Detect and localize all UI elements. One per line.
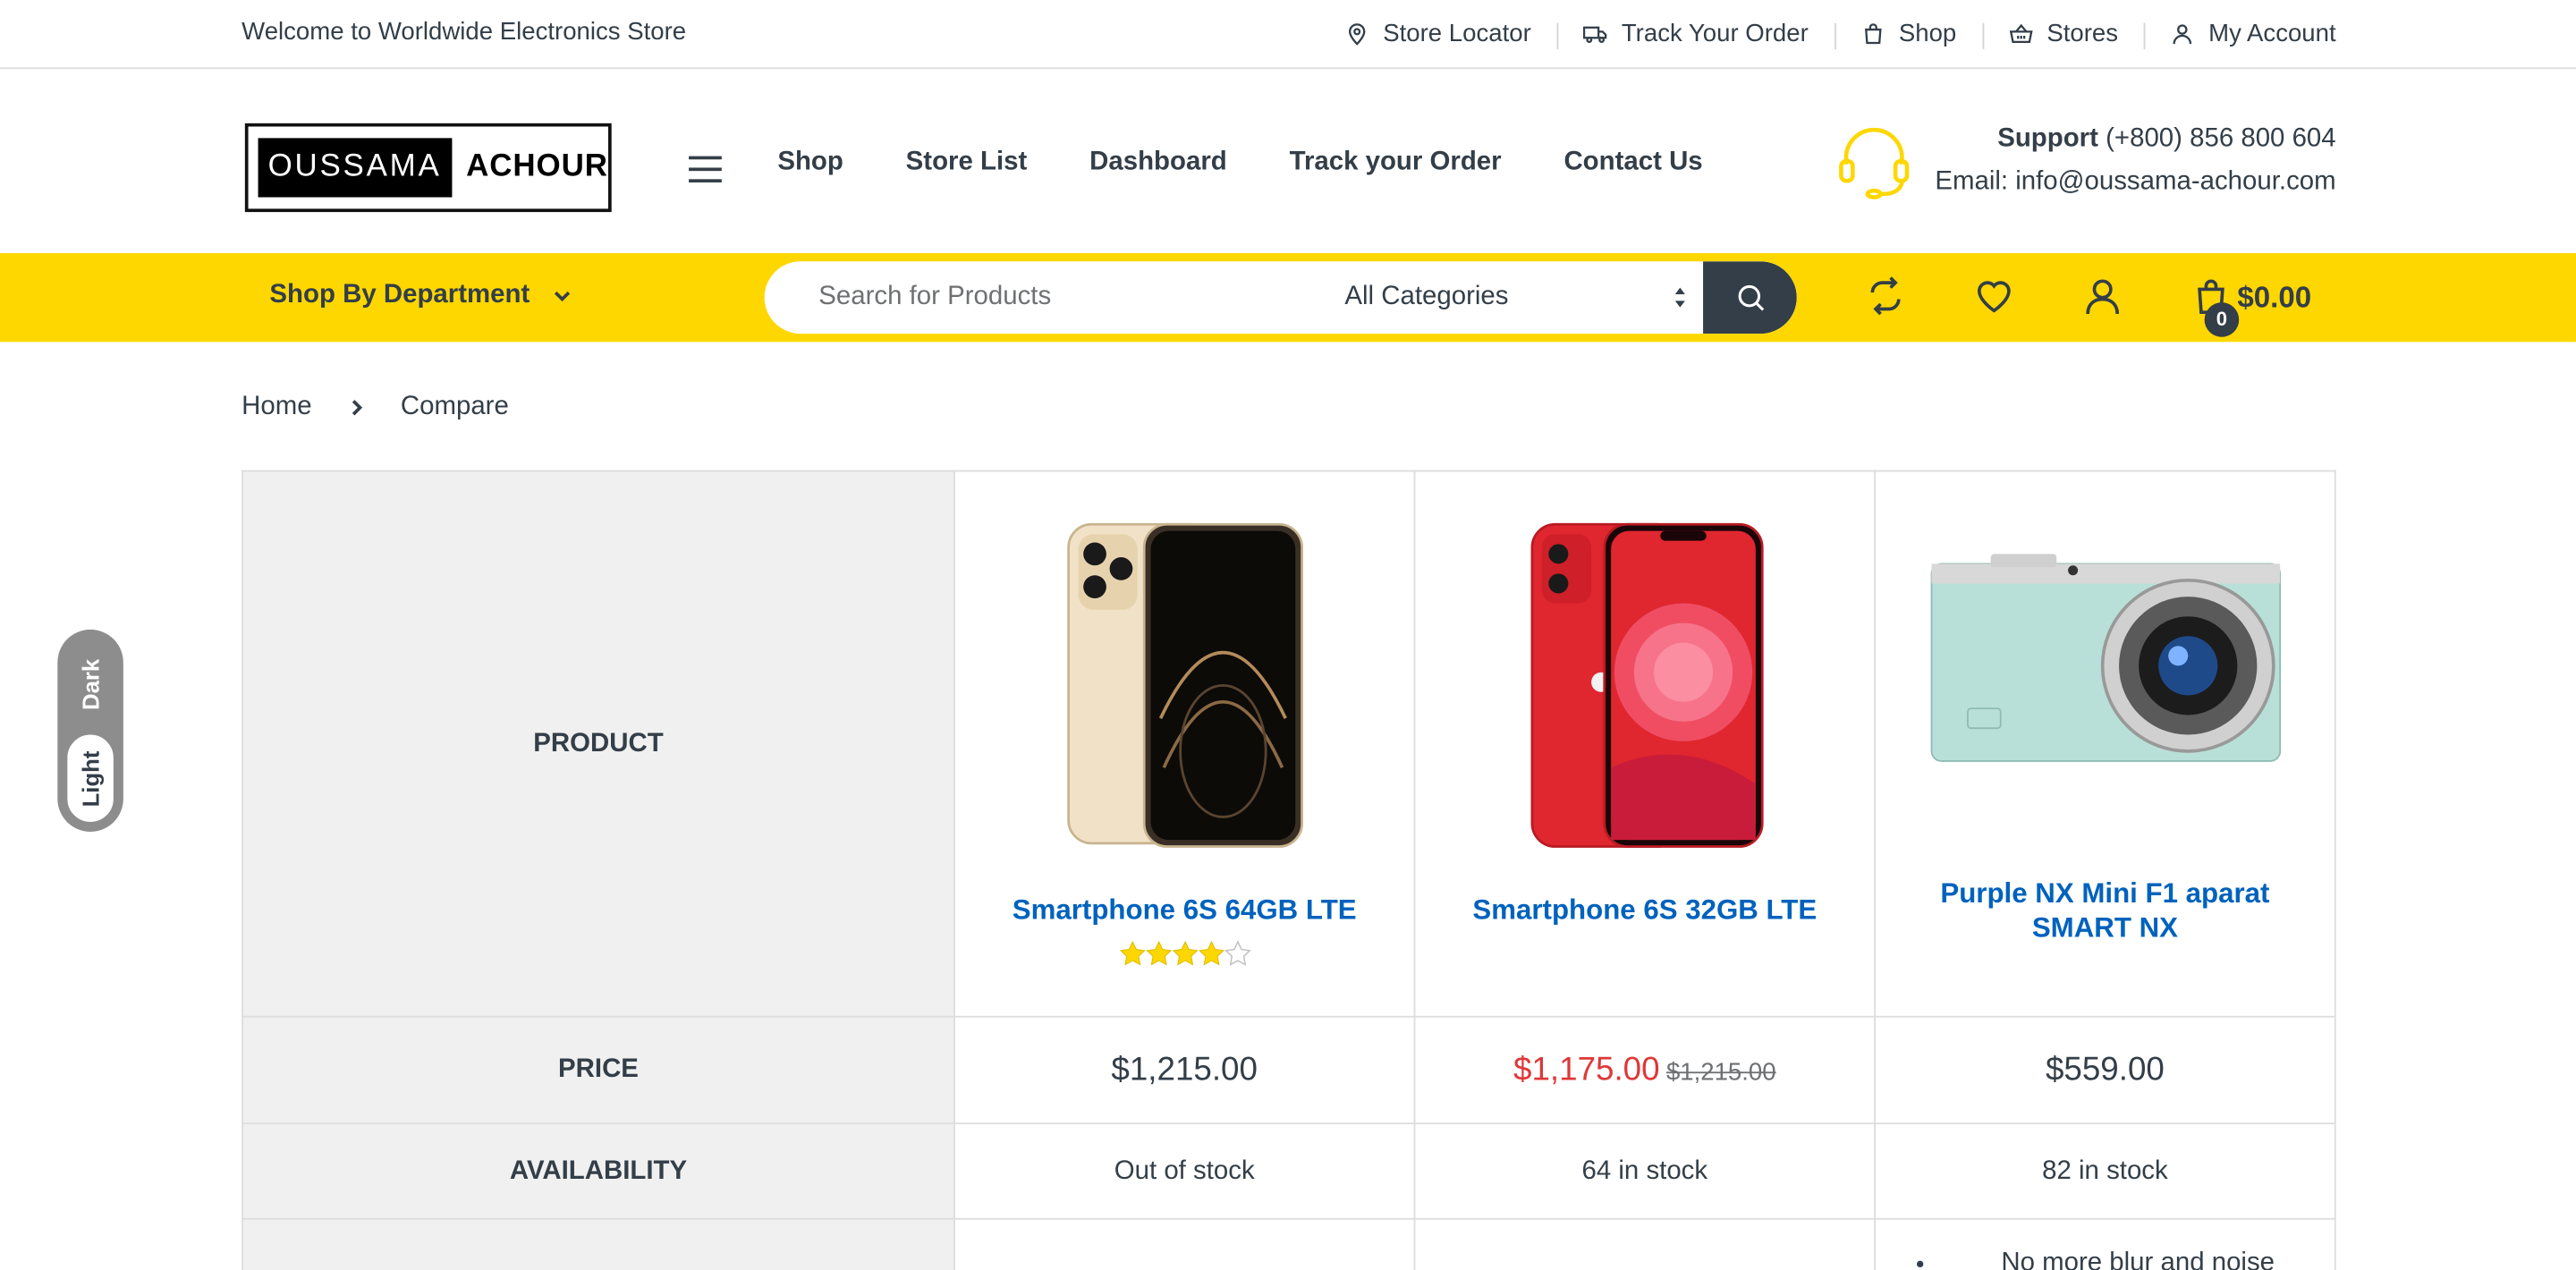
product-cell-3: Purple NX Mini F1 aparat SMART NX xyxy=(1874,470,2336,1018)
nav-shop[interactable]: Shop xyxy=(777,148,843,177)
product-price-3: $559.00 xyxy=(1874,1015,2336,1125)
old-price-2: $1,215.00 xyxy=(1665,1057,1776,1086)
compare-icon[interactable] xyxy=(1866,276,1905,316)
theme-light-option[interactable]: Light xyxy=(64,731,117,826)
compare-table: PRODUCT Smartphone 6S 64GB LTE Smartphon… xyxy=(242,470,2336,1270)
nav-track-order[interactable]: Track your Order xyxy=(1290,148,1502,177)
availability-1: Out of stock xyxy=(953,1122,1416,1220)
product-name-1[interactable]: Smartphone 6S 64GB LTE xyxy=(955,893,1414,927)
table-row-product: PRODUCT Smartphone 6S 64GB LTE Smartphon… xyxy=(242,470,2336,1018)
my-account-label: My Account xyxy=(2208,20,2336,48)
product-rating-1 xyxy=(955,940,1414,966)
price-value-3: $559.00 xyxy=(2045,1051,2165,1088)
product-image-1[interactable] xyxy=(1061,521,1308,851)
basket-icon xyxy=(2009,23,2033,44)
stores-link[interactable]: Stores xyxy=(1982,20,2145,50)
table-row-price: PRICE $1,215.00 $1,175.00 $1,215.00 $559.… xyxy=(242,1015,2336,1125)
breadcrumb: Home Compare xyxy=(242,393,509,422)
support-line: Support (+800) 856 800 604 xyxy=(1997,125,2335,155)
store-locator-link[interactable]: Store Locator xyxy=(1319,20,1558,47)
nav-dashboard[interactable]: Dashboard xyxy=(1089,148,1227,177)
category-select[interactable]: All Categories xyxy=(1344,261,1706,334)
chevron-down-icon xyxy=(555,291,571,302)
description-item: No more blur and noise xyxy=(1942,1249,2334,1270)
product-price-2: $1,175.00 $1,215.00 xyxy=(1413,1015,1877,1125)
product-name-3[interactable]: Purple NX Mini F1 aparat SMART NX xyxy=(1876,876,2334,944)
nav-store-list[interactable]: Store List xyxy=(906,148,1028,177)
store-locator-label: Store Locator xyxy=(1383,20,1531,48)
support-email: Email: info@oussama-achour.com xyxy=(1935,167,2336,196)
main-nav: Shop Store List Dashboard Track your Ord… xyxy=(777,148,1765,177)
user-icon xyxy=(2174,24,2192,45)
support-label: Support xyxy=(1997,124,2098,153)
my-account-link[interactable]: My Account xyxy=(2144,20,2336,50)
truck-icon xyxy=(1583,26,1608,44)
shopping-bag-icon xyxy=(1865,23,1882,45)
description-1 xyxy=(953,1217,1416,1270)
header: OUSSAMA ACHOUR Shop Store List Dashboard… xyxy=(0,69,2576,253)
availability-2: 64 in stock xyxy=(1413,1122,1877,1220)
theme-switch[interactable]: Dark Light xyxy=(57,629,123,832)
product-row-label: PRODUCT xyxy=(242,470,955,1018)
map-pin-icon xyxy=(1349,23,1366,46)
cart-count-badge: 0 xyxy=(2204,302,2240,337)
track-order-link[interactable]: Track Your Order xyxy=(1557,20,1835,50)
shop-label: Shop xyxy=(1898,20,1957,48)
search-icon xyxy=(1737,284,1764,311)
nav-contact-us[interactable]: Contact Us xyxy=(1563,148,1702,177)
availability-3: 82 in stock xyxy=(1874,1122,2336,1220)
track-order-label: Track Your Order xyxy=(1621,20,1809,48)
product-price-1: $1,215.00 xyxy=(953,1015,1416,1125)
sale-price-2: $1,175.00 xyxy=(1513,1051,1660,1088)
table-row-description: No more blur and noise xyxy=(242,1217,2336,1270)
stores-label: Stores xyxy=(2046,20,2119,48)
support-phone: (+800) 856 800 604 xyxy=(2106,124,2336,153)
shop-link[interactable]: Shop xyxy=(1835,20,1982,50)
search-input[interactable] xyxy=(764,261,1324,334)
search-button[interactable] xyxy=(1703,261,1797,334)
product-image-3[interactable] xyxy=(1924,504,2285,833)
page: Welcome to Worldwide Electronics Store S… xyxy=(0,0,2576,1270)
product-image-2[interactable] xyxy=(1521,521,1768,851)
menu-icon[interactable] xyxy=(689,156,722,183)
headset-icon xyxy=(1839,127,1910,199)
description-row-label xyxy=(242,1217,955,1270)
shop-by-department-button[interactable]: Shop By Department xyxy=(269,281,572,310)
department-label: Shop By Department xyxy=(269,281,530,309)
site-logo[interactable]: OUSSAMA ACHOUR xyxy=(244,123,612,213)
description-2 xyxy=(1413,1217,1877,1270)
top-links: Store Locator Track Your Order Shop Stor… xyxy=(1319,0,2336,67)
account-icon[interactable] xyxy=(2083,276,2123,316)
top-bar: Welcome to Worldwide Electronics Store S… xyxy=(0,0,2576,70)
product-cell-1: Smartphone 6S 64GB LTE xyxy=(953,470,1416,1018)
table-row-availability: AVAILABILITY Out of stock 64 in stock 82… xyxy=(242,1122,2336,1220)
wishlist-icon[interactable] xyxy=(1974,276,2013,316)
breadcrumb-home[interactable]: Home xyxy=(242,393,311,422)
product-name-2[interactable]: Smartphone 6S 32GB LTE xyxy=(1415,893,1874,927)
select-arrows-icon xyxy=(1674,287,1685,308)
breadcrumb-current: Compare xyxy=(400,393,509,421)
chevron-right-icon xyxy=(352,400,362,416)
cart-total[interactable]: $0.00 xyxy=(2237,281,2311,316)
search-form: All Categories xyxy=(764,261,1797,334)
price-row-label: PRICE xyxy=(242,1015,955,1125)
logo-text-right: ACHOUR xyxy=(466,149,608,184)
price-value-1: $1,215.00 xyxy=(1111,1051,1258,1088)
theme-dark-option[interactable]: Dark xyxy=(57,646,123,722)
logo-text-left: OUSSAMA xyxy=(258,138,452,198)
star-rating-icon xyxy=(1119,941,1250,966)
availability-row-label: AVAILABILITY xyxy=(242,1122,955,1220)
category-selected: All Categories xyxy=(1344,283,1509,311)
product-cell-2: Smartphone 6S 32GB LTE xyxy=(1413,470,1877,1018)
department-search-bar: Shop By Department All Categories 0 $0.0… xyxy=(0,253,2576,343)
welcome-text: Welcome to Worldwide Electronics Store xyxy=(242,18,687,47)
description-3: No more blur and noise xyxy=(1874,1217,2336,1270)
